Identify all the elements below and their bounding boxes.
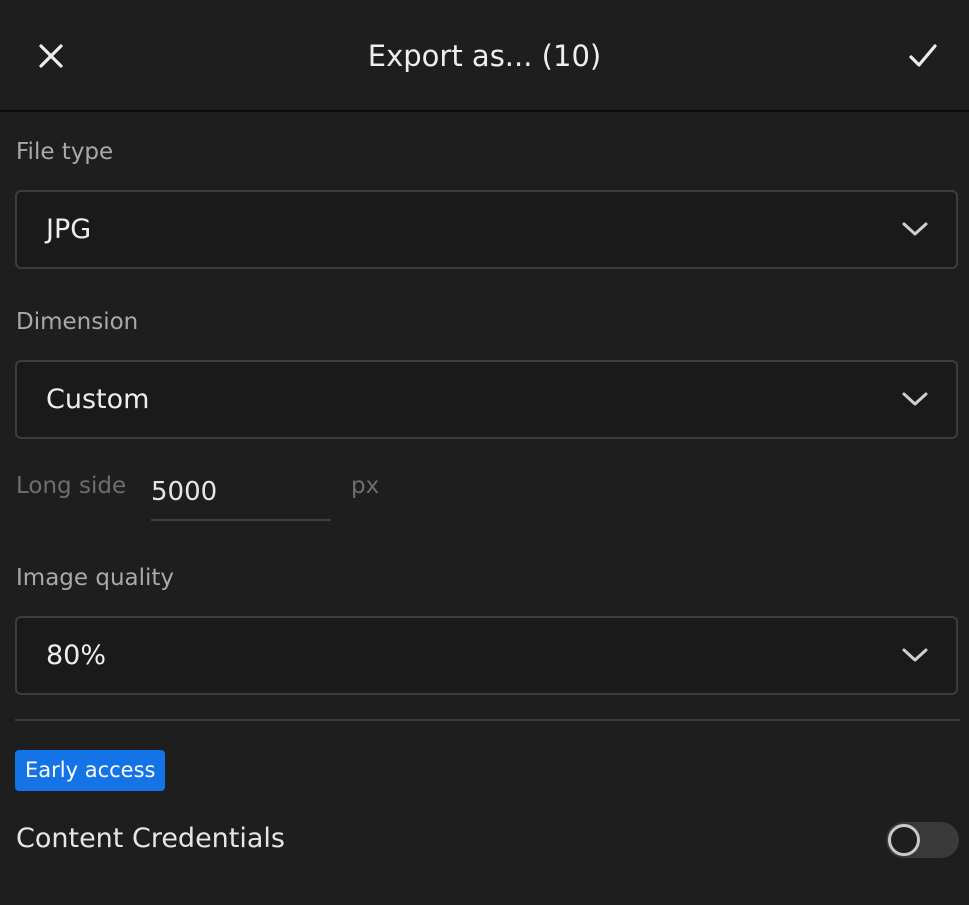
checkmark-icon — [909, 44, 937, 67]
dimension-value: Custom — [46, 384, 150, 415]
section-divider — [15, 719, 960, 721]
file-type-value: JPG — [46, 214, 92, 245]
chevron-down-icon — [902, 392, 928, 406]
content-credentials-label: Content Credentials — [16, 823, 285, 854]
dimension-label: Dimension — [16, 309, 139, 335]
chevron-down-icon — [902, 222, 928, 236]
long-side-unit: px — [351, 473, 380, 499]
confirm-button[interactable] — [903, 36, 943, 76]
early-access-badge: Early access — [15, 750, 166, 791]
dialog-title: Export as... (10) — [367, 39, 602, 73]
export-dialog: Export as... (10) File type JPG Dimensio… — [0, 0, 969, 905]
toggle-knob — [888, 824, 920, 856]
file-type-label: File type — [16, 139, 114, 165]
dimension-select[interactable]: Custom — [15, 360, 958, 439]
image-quality-value: 80% — [46, 640, 107, 671]
image-quality-label: Image quality — [16, 565, 175, 591]
file-type-select[interactable]: JPG — [15, 190, 958, 269]
long-side-input[interactable] — [151, 465, 331, 521]
content-credentials-toggle[interactable] — [886, 822, 959, 858]
dialog-header: Export as... (10) — [0, 0, 969, 112]
image-quality-select[interactable]: 80% — [15, 616, 958, 695]
chevron-down-icon — [902, 648, 928, 662]
long-side-label: Long side — [16, 473, 127, 499]
